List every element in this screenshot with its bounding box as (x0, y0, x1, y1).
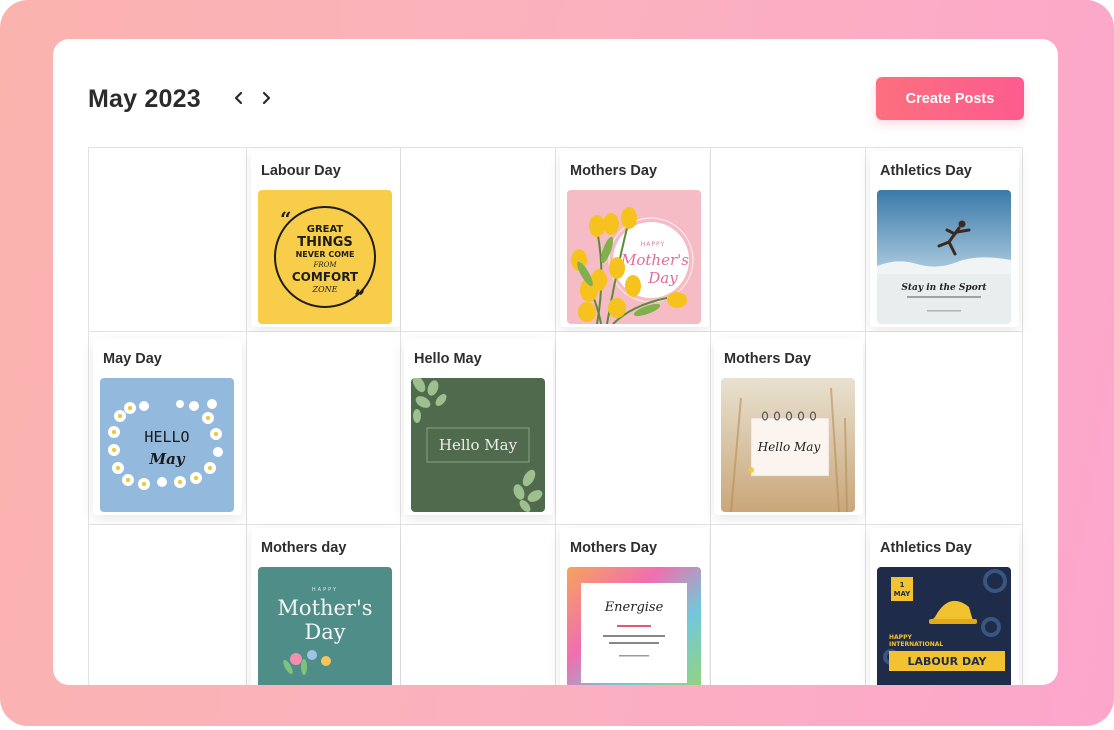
post-thumbnail[interactable]: HAPPY Mother's Day (567, 190, 701, 324)
post-card-mothers-day[interactable]: Mothers day HAPPY Mother's Day (251, 528, 400, 685)
art-text: INTERNATIONAL (889, 641, 943, 648)
post-thumbnail[interactable]: HELLO May (100, 378, 234, 512)
post-thumbnail[interactable]: Stay in the Sport (877, 190, 1011, 324)
post-title: Labour Day (261, 163, 341, 179)
post-thumbnail[interactable]: “ ” GREAT THINGS NEVER COME FROM COMFORT… (258, 190, 392, 324)
art-text: Hello May (439, 436, 518, 454)
post-title: Athletics Day (880, 163, 972, 179)
post-title: Mothers day (261, 540, 347, 556)
calendar-day-cell[interactable] (247, 332, 401, 525)
post-card-mothers-day[interactable]: Mothers Day (560, 528, 709, 685)
art-text: HAPPY (641, 241, 665, 248)
post-title: Hello May (414, 351, 482, 367)
calendar-header: May 2023 Create Posts (88, 77, 1024, 121)
chevron-left-icon (234, 91, 243, 105)
post-thumbnail[interactable]: HAPPY Mother's Day (258, 567, 392, 685)
calendar-day-cell[interactable]: Mothers Day HAPPY Mother's Day (556, 148, 711, 332)
post-card-mothers-day[interactable]: Mothers Day (714, 339, 863, 515)
calendar-card: May 2023 Create Posts Labour Day “ ” GRE… (53, 39, 1058, 685)
calendar-day-cell[interactable] (401, 148, 556, 332)
art-text: Hello May (757, 440, 821, 454)
art-text: GREAT (307, 224, 344, 235)
next-month-button[interactable] (255, 87, 277, 109)
post-card-mothers-day[interactable]: Mothers Day HAPPY Mother's Day (560, 151, 709, 327)
calendar-day-cell[interactable] (89, 148, 247, 332)
post-title: Mothers Day (570, 540, 658, 556)
post-title: May Day (103, 351, 162, 367)
calendar-day-cell[interactable] (401, 525, 556, 685)
post-thumbnail[interactable]: Hello May (721, 378, 855, 512)
art-text: Energise (604, 600, 664, 615)
create-posts-button[interactable]: Create Posts (876, 77, 1024, 120)
art-text: Mother's (277, 596, 372, 620)
calendar-day-cell[interactable]: Mothers day HAPPY Mother's Day (247, 525, 401, 685)
calendar-day-cell[interactable]: Athletics Day Stay in the Sport (866, 148, 1023, 332)
art-text: LABOUR DAY (907, 655, 987, 668)
calendar-day-cell[interactable] (711, 525, 866, 685)
calendar-grid: Labour Day “ ” GREAT THINGS NEVER COME F… (88, 147, 1023, 685)
post-thumbnail[interactable]: Hello May (411, 378, 545, 512)
svg-text:“: “ (280, 207, 292, 231)
calendar-day-cell[interactable] (556, 332, 711, 525)
calendar-day-cell[interactable] (711, 148, 866, 332)
calendar-day-cell[interactable] (866, 332, 1023, 525)
calendar-day-cell[interactable]: Hello May Hello May (401, 332, 556, 525)
art-text: NEVER COME (296, 250, 355, 259)
chevron-right-icon (262, 91, 271, 105)
art-text: HELLO (144, 428, 189, 446)
post-card-athletics-day[interactable]: Athletics Day 1 MAY HAPPY INTERNATIONAL … (870, 528, 1019, 685)
art-text: MAY (894, 590, 912, 598)
art-text: THINGS (297, 235, 353, 250)
art-text: Day (304, 620, 345, 644)
art-text: HAPPY (889, 634, 912, 641)
year-label: 2023 (144, 85, 201, 113)
art-text: HAPPY (312, 587, 338, 593)
post-title: Mothers Day (724, 351, 812, 367)
calendar-day-cell[interactable]: Mothers Day (711, 332, 866, 525)
art-text: Mother's (620, 251, 689, 269)
art-text: COMFORT (292, 270, 359, 284)
calendar-day-cell[interactable]: Mothers Day (556, 525, 711, 685)
art-text: May (148, 450, 185, 468)
calendar-day-cell[interactable]: Athletics Day 1 MAY HAPPY INTERNATIONAL … (866, 525, 1023, 685)
previous-month-button[interactable] (228, 87, 250, 109)
post-card-athletics-day[interactable]: Athletics Day Stay in the Sport (870, 151, 1019, 327)
art-text: Day (647, 269, 678, 287)
calendar-day-cell[interactable]: Labour Day “ ” GREAT THINGS NEVER COME F… (247, 148, 401, 332)
art-text: 1 (900, 581, 905, 589)
art-text: ZONE (312, 285, 338, 294)
calendar-day-cell[interactable] (89, 525, 247, 685)
post-card-hello-may[interactable]: Hello May Hello May (404, 339, 553, 515)
art-text: FROM (312, 261, 337, 269)
svg-text:”: ” (354, 285, 366, 309)
background-frame: May 2023 Create Posts Labour Day “ ” GRE… (0, 0, 1114, 726)
art-text: Stay in the Sport (901, 283, 987, 293)
month-label: May (88, 85, 138, 113)
post-card-may-day[interactable]: May Day HELLO May (93, 339, 242, 515)
post-title: Athletics Day (880, 540, 972, 556)
month-year-title: May 2023 (88, 85, 201, 114)
post-title: Mothers Day (570, 163, 658, 179)
calendar-day-cell[interactable]: May Day HELLO May (89, 332, 247, 525)
post-card-labour-day[interactable]: Labour Day “ ” GREAT THINGS NEVER COME F… (251, 151, 400, 327)
post-thumbnail[interactable]: 1 MAY HAPPY INTERNATIONAL LABOUR DAY (877, 567, 1011, 685)
post-thumbnail[interactable]: Energise (567, 567, 701, 685)
